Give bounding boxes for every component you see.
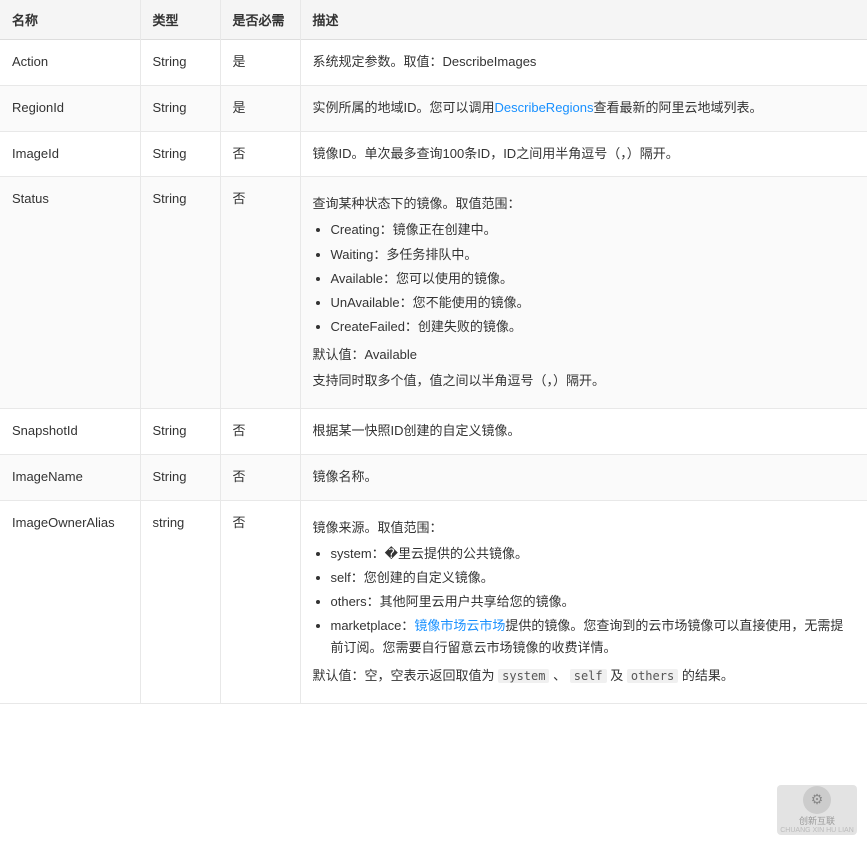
desc-default-complex: 默认值：空，空表示返回取值为 system 、 self 及 others 的结… (313, 665, 856, 687)
list-item: system：�里云提供的公共镜像。 (331, 543, 856, 565)
watermark: ⚙ 创新互联 CHUANG XIN HU LIAN (777, 785, 857, 835)
list-item: Waiting：多任务排队中。 (331, 244, 856, 266)
list-item: UnAvailable：您不能使用的镜像。 (331, 292, 856, 314)
cell-type: string (140, 500, 220, 704)
header-type: 类型 (140, 0, 220, 40)
cell-desc: 系统规定参数。取值：DescribeImages (300, 40, 867, 86)
cell-type: String (140, 40, 220, 86)
table-header-row: 名称 类型 是否必需 描述 (0, 0, 867, 40)
cell-type: String (140, 409, 220, 455)
cell-desc: 实例所属的地域ID。您可以调用DescribeRegions查看最新的阿里云地域… (300, 85, 867, 131)
cell-required: 否 (220, 131, 300, 177)
cell-desc: 查询某种状态下的镜像。取值范围： Creating：镜像正在创建中。 Waiting… (300, 177, 867, 409)
desc-link[interactable]: 镜像市场云市场 (414, 618, 505, 633)
cell-required: 是 (220, 85, 300, 131)
code-value: others (627, 669, 678, 683)
cell-name: Status (0, 177, 140, 409)
cell-name: ImageName (0, 454, 140, 500)
table-row: ImageNameString否镜像名称。 (0, 454, 867, 500)
header-required: 是否必需 (220, 0, 300, 40)
cell-type: String (140, 131, 220, 177)
cell-name: Action (0, 40, 140, 86)
table-row: RegionIdString是实例所属的地域ID。您可以调用DescribeRe… (0, 85, 867, 131)
list-item: Available：您可以使用的镜像。 (331, 268, 856, 290)
list-item: others：其他阿里云用户共享给您的镜像。 (331, 591, 856, 613)
list-item: marketplace：镜像市场云市场提供的镜像。您查询到的云市场镜像可以直接使… (331, 615, 856, 659)
desc-intro: 查询某种状态下的镜像。取值范围： (313, 193, 856, 215)
cell-required: 否 (220, 500, 300, 704)
code-value: system (498, 669, 549, 683)
watermark-label: 创新互联 (799, 816, 835, 828)
cell-desc: 根据某一快照ID创建的自定义镜像。 (300, 409, 867, 455)
cell-desc: 镜像名称。 (300, 454, 867, 500)
header-desc: 描述 (300, 0, 867, 40)
desc-text-after: 查看最新的阿里云地域列表。 (594, 100, 763, 115)
table-row: ActionString是系统规定参数。取值：DescribeImages (0, 40, 867, 86)
cell-required: 否 (220, 454, 300, 500)
desc-list: system：�里云提供的公共镜像。self：您创建的自定义镜像。others：… (313, 543, 856, 659)
cell-name: SnapshotId (0, 409, 140, 455)
desc-list: Creating：镜像正在创建中。 Waiting：多任务排队中。Availabl… (313, 219, 856, 337)
cell-name: ImageId (0, 131, 140, 177)
desc-text-before: 实例所属的地域ID。您可以调用 (313, 100, 495, 115)
cell-required: 否 (220, 409, 300, 455)
watermark-sublabel: CHUANG XIN HU LIAN (780, 827, 854, 834)
cell-required: 否 (220, 177, 300, 409)
cell-type: String (140, 85, 220, 131)
cell-desc: 镜像ID。单次最多查询100条ID，ID之间用半角逗号（，）隔开。 (300, 131, 867, 177)
table-row: ImageIdString否镜像ID。单次最多查询100条ID，ID之间用半角逗… (0, 131, 867, 177)
api-params-table: 名称 类型 是否必需 描述 ActionString是系统规定参数。取值：Des… (0, 0, 867, 704)
cell-required: 是 (220, 40, 300, 86)
table-row: StatusString否查询某种状态下的镜像。取值范围： Creating：镜像… (0, 177, 867, 409)
desc-intro: 镜像来源。取值范围： (313, 517, 856, 539)
list-item: self：您创建的自定义镜像。 (331, 567, 856, 589)
desc-default: 默认值：Available (313, 344, 856, 366)
list-item: CreateFailed：创建失败的镜像。 (331, 316, 856, 338)
cell-name: RegionId (0, 85, 140, 131)
table-row: SnapshotIdString否根据某一快照ID创建的自定义镜像。 (0, 409, 867, 455)
cell-desc: 镜像来源。取值范围： system：�里云提供的公共镜像。self：您创建的自定义… (300, 500, 867, 704)
watermark-icon: ⚙ (803, 786, 831, 814)
cell-type: String (140, 454, 220, 500)
cell-type: String (140, 177, 220, 409)
cell-name: ImageOwnerAlias (0, 500, 140, 704)
desc-extra: 支持同时取多个值，值之间以半角逗号（，）隔开。 (313, 370, 856, 392)
code-value: self (570, 669, 607, 683)
list-item: Creating：镜像正在创建中。 (331, 219, 856, 241)
table-row: ImageOwnerAliasstring否镜像来源。取值范围： system：�… (0, 500, 867, 704)
desc-link[interactable]: DescribeRegions (495, 100, 594, 115)
header-name: 名称 (0, 0, 140, 40)
